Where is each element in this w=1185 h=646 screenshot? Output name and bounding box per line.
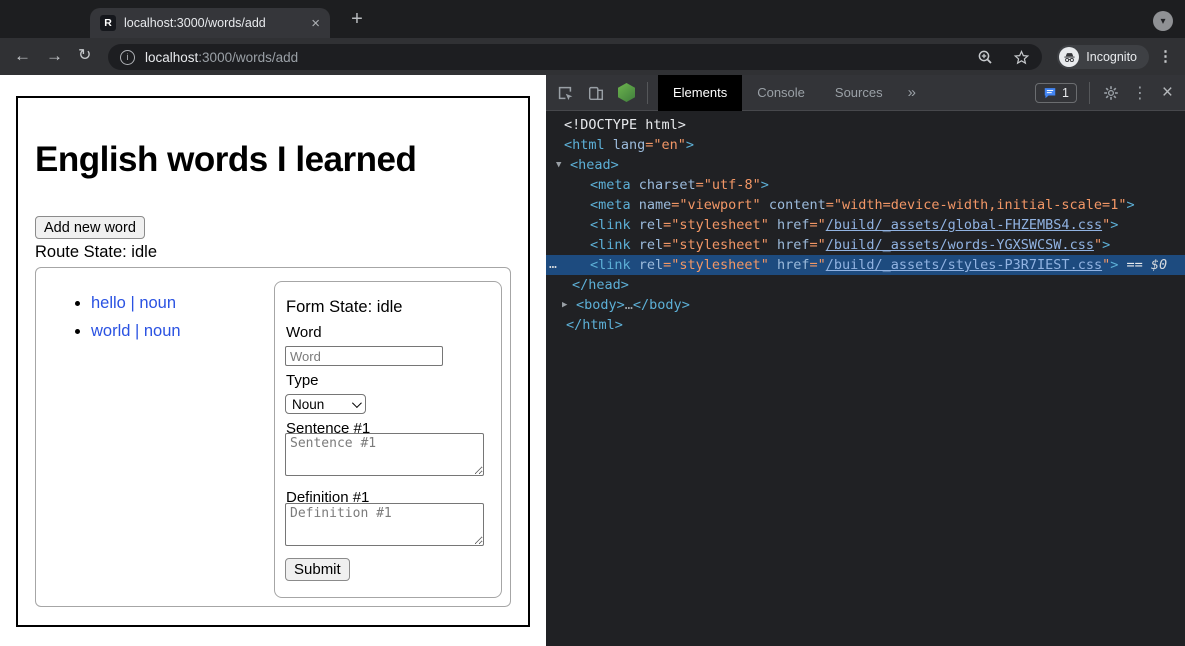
separator xyxy=(1089,82,1090,104)
console-messages-badge[interactable]: 1 xyxy=(1035,83,1077,103)
bookmark-star-icon[interactable] xyxy=(1013,49,1030,66)
incognito-icon xyxy=(1059,47,1079,67)
sentence-textarea[interactable] xyxy=(285,433,484,476)
address-bar[interactable]: i localhost:3000/words/add xyxy=(108,44,1042,70)
devtools-panel: Elements Console Sources » 1 ⋮ × <!DOCTY… xyxy=(546,75,1185,646)
device-toolbar-icon[interactable] xyxy=(587,84,605,102)
page-title: English words I learned xyxy=(35,140,416,180)
word-input[interactable] xyxy=(285,346,443,366)
expanded-arrow-icon[interactable]: ▼ xyxy=(556,160,561,170)
browser-window: R localhost:3000/words/add × + ▾ ← → ↻ i… xyxy=(0,0,1185,646)
incognito-label: Incognito xyxy=(1086,50,1137,64)
word-link-hello[interactable]: hello | noun xyxy=(91,294,176,312)
route-state-text: Route State: idle xyxy=(35,243,157,262)
page-viewport: English words I learned Add new word Rou… xyxy=(0,75,546,646)
back-button[interactable]: ← xyxy=(14,46,31,66)
url-text: localhost:3000/words/add xyxy=(145,50,298,65)
devtools-code-line[interactable]: ▼<head> xyxy=(546,155,1185,175)
word-label: Word xyxy=(286,324,322,341)
collapsed-arrow-icon[interactable]: ▶ xyxy=(562,300,567,310)
devtools-code: <!DOCTYPE html><html lang="en">▼<head><m… xyxy=(546,112,1185,646)
zoom-icon[interactable] xyxy=(977,49,993,65)
list-item: world | noun xyxy=(91,322,181,341)
devtools-code-line[interactable]: <meta charset="utf-8"> xyxy=(546,175,1185,195)
type-select-value: Noun xyxy=(292,397,324,412)
tab-title: localhost:3000/words/add xyxy=(124,16,303,30)
inspect-element-icon[interactable] xyxy=(556,84,574,102)
tab-search-button[interactable]: ▾ xyxy=(1153,11,1173,31)
extension-hexagon-icon[interactable] xyxy=(618,83,635,102)
new-tab-button[interactable]: + xyxy=(344,6,370,32)
tab-sources[interactable]: Sources xyxy=(820,75,898,111)
add-new-word-button[interactable]: Add new word xyxy=(35,216,145,239)
chevron-down-icon xyxy=(352,398,362,408)
type-select[interactable]: Noun xyxy=(285,394,366,414)
page-container: English words I learned Add new word Rou… xyxy=(16,96,530,627)
word-link-world[interactable]: world | noun xyxy=(91,322,181,340)
tab-close-icon[interactable]: × xyxy=(311,16,320,31)
incognito-badge: Incognito xyxy=(1057,45,1149,69)
add-word-form: Form State: idle Word Type Noun Sentence… xyxy=(274,281,502,598)
list-item: hello | noun xyxy=(91,294,181,313)
browser-menu-icon[interactable]: ⋮ xyxy=(1158,47,1173,65)
tab-elements[interactable]: Elements xyxy=(658,75,742,111)
tab-console[interactable]: Console xyxy=(742,75,820,111)
browser-tab[interactable]: R localhost:3000/words/add × xyxy=(90,8,330,38)
devtools-code-line[interactable]: </html> xyxy=(546,315,1185,335)
devtools-code-line[interactable]: <link rel="stylesheet" href="/build/_ass… xyxy=(546,235,1185,255)
more-tabs-icon[interactable]: » xyxy=(898,84,926,101)
line-gutter-dots[interactable]: … xyxy=(549,255,557,275)
devtools-toolbar: Elements Console Sources » 1 ⋮ × xyxy=(546,75,1185,111)
tab-strip: R localhost:3000/words/add × + ▾ xyxy=(0,0,1185,38)
words-panel: hello | noun world | noun Form State: id… xyxy=(35,267,511,607)
reload-button[interactable]: ↻ xyxy=(78,46,91,66)
devtools-code-line[interactable]: <meta name="viewport" content="width=dev… xyxy=(546,195,1185,215)
separator xyxy=(647,82,648,104)
minimize-window-button[interactable] xyxy=(35,15,48,28)
close-devtools-icon[interactable]: × xyxy=(1162,83,1173,102)
message-count: 1 xyxy=(1062,86,1069,100)
maximize-window-button[interactable] xyxy=(55,15,68,28)
devtools-menu-icon[interactable]: ⋮ xyxy=(1132,83,1148,103)
devtools-code-line[interactable]: <html lang="en"> xyxy=(546,135,1185,155)
word-list: hello | noun world | noun xyxy=(73,294,181,350)
devtools-code-line[interactable]: <link rel="stylesheet" href="/build/_ass… xyxy=(546,215,1185,235)
devtools-code-line[interactable]: </head> xyxy=(546,275,1185,295)
message-bubble-icon xyxy=(1043,86,1057,100)
site-info-icon[interactable]: i xyxy=(120,50,135,65)
browser-toolbar: ← → ↻ i localhost:3000/words/add Incogni… xyxy=(0,38,1185,75)
form-state-text: Form State: idle xyxy=(286,298,402,317)
remix-favicon-icon: R xyxy=(100,15,116,31)
forward-button[interactable]: → xyxy=(46,46,63,66)
type-label: Type xyxy=(286,372,319,389)
devtools-code-line[interactable]: <!DOCTYPE html> xyxy=(546,115,1185,135)
settings-gear-icon[interactable] xyxy=(1103,85,1119,101)
close-window-button[interactable] xyxy=(15,15,28,28)
definition-textarea[interactable] xyxy=(285,503,484,546)
devtools-code-line[interactable]: ▶<body>…</body> xyxy=(546,295,1185,315)
devtools-code-line[interactable]: …<link rel="stylesheet" href="/build/_as… xyxy=(546,255,1185,275)
submit-button[interactable]: Submit xyxy=(285,558,350,581)
